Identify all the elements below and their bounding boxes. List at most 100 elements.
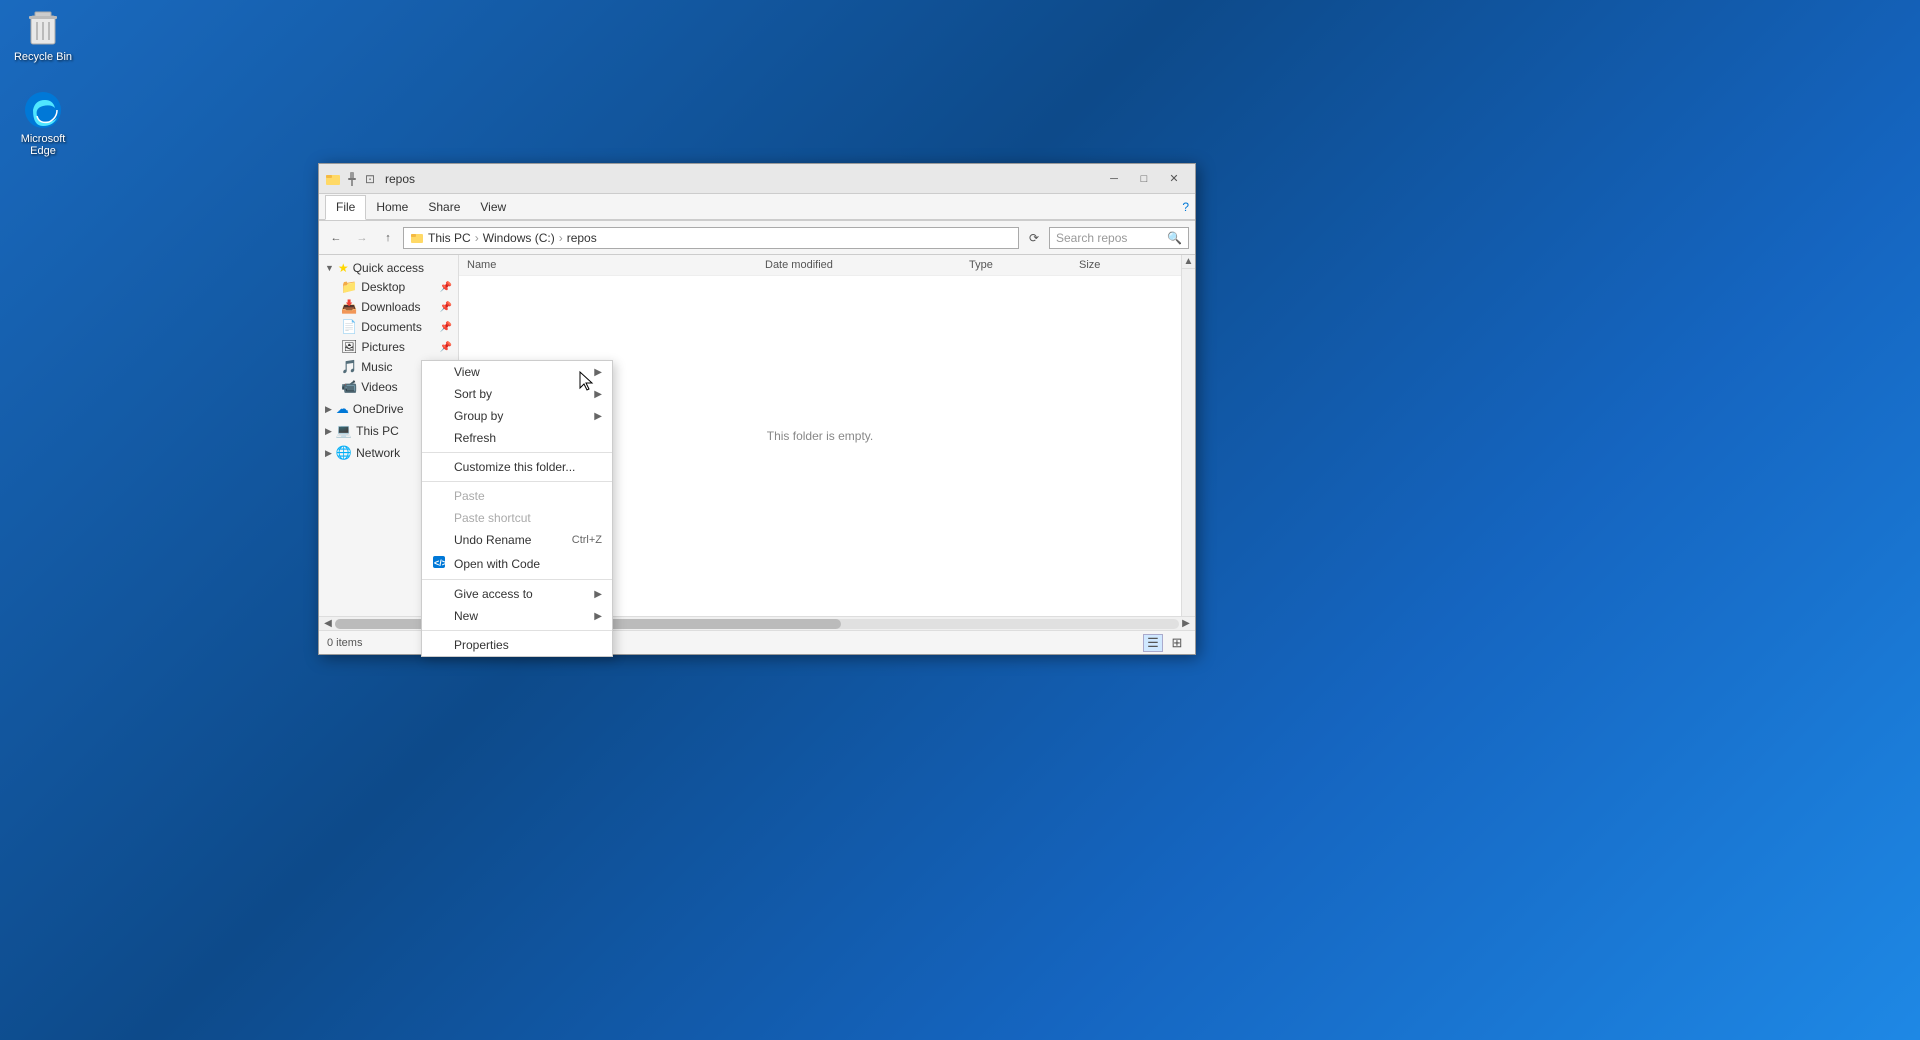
sidebar-music-label: Music (361, 360, 392, 374)
ctx-paste-shortcut-label: Paste shortcut (454, 511, 531, 525)
col-header-type[interactable]: Type (961, 257, 1071, 273)
maximize-button[interactable]: □ (1129, 168, 1159, 190)
scroll-up-button[interactable]: ▲ (1182, 255, 1195, 269)
sidebar-pictures-label: Pictures (362, 340, 405, 354)
ctx-item-undo-rename[interactable]: Undo Rename Ctrl+Z (422, 529, 612, 551)
ctx-give-access-label: Give access to (454, 587, 533, 601)
search-icon: 🔍 (1167, 231, 1182, 245)
pin-title-icon (344, 171, 360, 187)
pin-icon: 📌 (440, 322, 452, 333)
tab-view[interactable]: View (470, 194, 516, 219)
folder-icon: 📥 (341, 299, 357, 315)
col-header-date[interactable]: Date modified (757, 257, 961, 273)
help-button[interactable]: ? (1182, 200, 1189, 214)
ctx-item-properties[interactable]: Properties (422, 634, 612, 656)
submenu-arrow-icon: ▶ (594, 589, 602, 600)
title-bar-title: repos (385, 172, 1099, 186)
ctx-properties-label: Properties (454, 638, 509, 652)
address-path[interactable]: This PC › Windows (C:) › repos (403, 227, 1019, 249)
ctx-item-view[interactable]: View ▶ (422, 361, 612, 383)
ctx-separator-2 (422, 481, 612, 482)
refresh-button[interactable]: ⟳ (1023, 227, 1045, 249)
sidebar-item-pictures[interactable]: 🖼 Pictures 📌 (319, 337, 458, 357)
submenu-arrow-icon: ▶ (594, 389, 602, 400)
network-icon: 🌐 (336, 445, 352, 461)
sidebar-item-downloads[interactable]: 📥 Downloads 📌 (319, 297, 458, 317)
edge-label: MicrosoftEdge (21, 133, 66, 157)
close-button[interactable]: ✕ (1159, 168, 1189, 190)
pin-icon: 📌 (440, 282, 452, 293)
scroll-left-button[interactable]: ◀ (321, 618, 335, 629)
title-bar: ⊡ repos ─ □ ✕ (319, 164, 1195, 194)
ctx-separator-1 (422, 452, 612, 453)
address-bar: ← → ↑ This PC › Windows (C:) › repos ⟳ S… (319, 221, 1195, 255)
ctx-item-paste[interactable]: Paste (422, 485, 612, 507)
explorer-window: ⊡ repos ─ □ ✕ File Home Share View ? ← →… (318, 163, 1196, 655)
svg-text:⊡: ⊡ (365, 172, 375, 186)
vertical-scrollbar[interactable]: ▲ (1181, 255, 1195, 616)
status-items-count: 0 items (327, 637, 362, 649)
tab-file[interactable]: File (325, 195, 366, 220)
quick-access-label: Quick access (353, 261, 424, 275)
path-repos[interactable]: repos (567, 231, 597, 245)
sidebar-documents-label: Documents (361, 320, 422, 334)
ctx-item-refresh[interactable]: Refresh (422, 427, 612, 449)
path-this-pc[interactable]: This PC (428, 231, 471, 245)
folder-icon: 📄 (341, 319, 357, 335)
ctx-view-label: View (454, 365, 480, 379)
ctx-separator-3 (422, 579, 612, 580)
ctx-item-paste-shortcut[interactable]: Paste shortcut (422, 507, 612, 529)
scroll-right-button[interactable]: ▶ (1179, 618, 1193, 629)
ribbon-tabs: File Home Share View ? (319, 194, 1195, 220)
folder-icon: 🎵 (341, 359, 357, 375)
chevron-right-icon: ▶ (325, 448, 332, 459)
back-button[interactable]: ← (325, 227, 347, 249)
edge-icon[interactable]: MicrosoftEdge (8, 90, 78, 157)
large-icons-view-button[interactable]: ⊞ (1167, 634, 1187, 652)
sidebar-item-documents[interactable]: 📄 Documents 📌 (319, 317, 458, 337)
tab-home[interactable]: Home (366, 194, 418, 219)
up-button[interactable]: ↑ (377, 227, 399, 249)
ctx-group-label: Group by (454, 409, 503, 423)
sidebar-item-desktop[interactable]: 📁 Desktop 📌 (319, 277, 458, 297)
ctx-customize-label: Customize this folder... (454, 460, 575, 474)
search-box[interactable]: Search repos 🔍 (1049, 227, 1189, 249)
path-drive[interactable]: Windows (C:) (483, 231, 555, 245)
sidebar-header-quick-access[interactable]: ▼ ★ Quick access (319, 259, 458, 277)
pin-icon: 📌 (440, 342, 452, 353)
ctx-item-new[interactable]: New ▶ (422, 605, 612, 627)
window-controls: ─ □ ✕ (1099, 168, 1189, 190)
ribbon: File Home Share View ? (319, 194, 1195, 221)
this-pc-label: This PC (356, 424, 399, 438)
onedrive-label: OneDrive (353, 402, 404, 416)
sidebar-desktop-label: Desktop (361, 280, 405, 294)
ctx-item-group-by[interactable]: Group by ▶ (422, 405, 612, 427)
folder-title-icon (325, 171, 341, 187)
tab-share[interactable]: Share (418, 194, 470, 219)
ctx-separator-4 (422, 630, 612, 631)
arrow-title-icon: ⊡ (363, 171, 379, 187)
col-header-name[interactable]: Name (459, 257, 757, 273)
ctx-item-give-access[interactable]: Give access to ▶ (422, 583, 612, 605)
submenu-arrow-icon: ▶ (594, 411, 602, 422)
ctx-item-sort-by[interactable]: Sort by ▶ (422, 383, 612, 405)
minimize-button[interactable]: ─ (1099, 168, 1129, 190)
ctx-item-open-with-code[interactable]: </> Open with Code (422, 551, 612, 576)
ctx-item-customize[interactable]: Customize this folder... (422, 456, 612, 478)
pin-icon: 📌 (440, 302, 452, 313)
folder-icon: 🖼 (341, 339, 358, 355)
onedrive-icon: ☁ (336, 401, 349, 417)
file-header: Name Date modified Type Size (459, 255, 1181, 276)
folder-address-icon (410, 231, 424, 245)
folder-icon: 📁 (341, 279, 357, 295)
forward-button[interactable]: → (351, 227, 373, 249)
ctx-new-label: New (454, 609, 478, 623)
ctx-undo-label: Undo Rename (454, 533, 531, 547)
folder-icon: 📹 (341, 379, 357, 395)
recycle-bin-icon[interactable]: Recycle Bin (8, 8, 78, 63)
recycle-bin-image (23, 8, 63, 48)
col-header-size[interactable]: Size (1071, 257, 1181, 273)
details-view-button[interactable]: ☰ (1143, 634, 1163, 652)
this-pc-icon: 💻 (336, 423, 352, 439)
search-placeholder: Search repos (1056, 231, 1127, 245)
